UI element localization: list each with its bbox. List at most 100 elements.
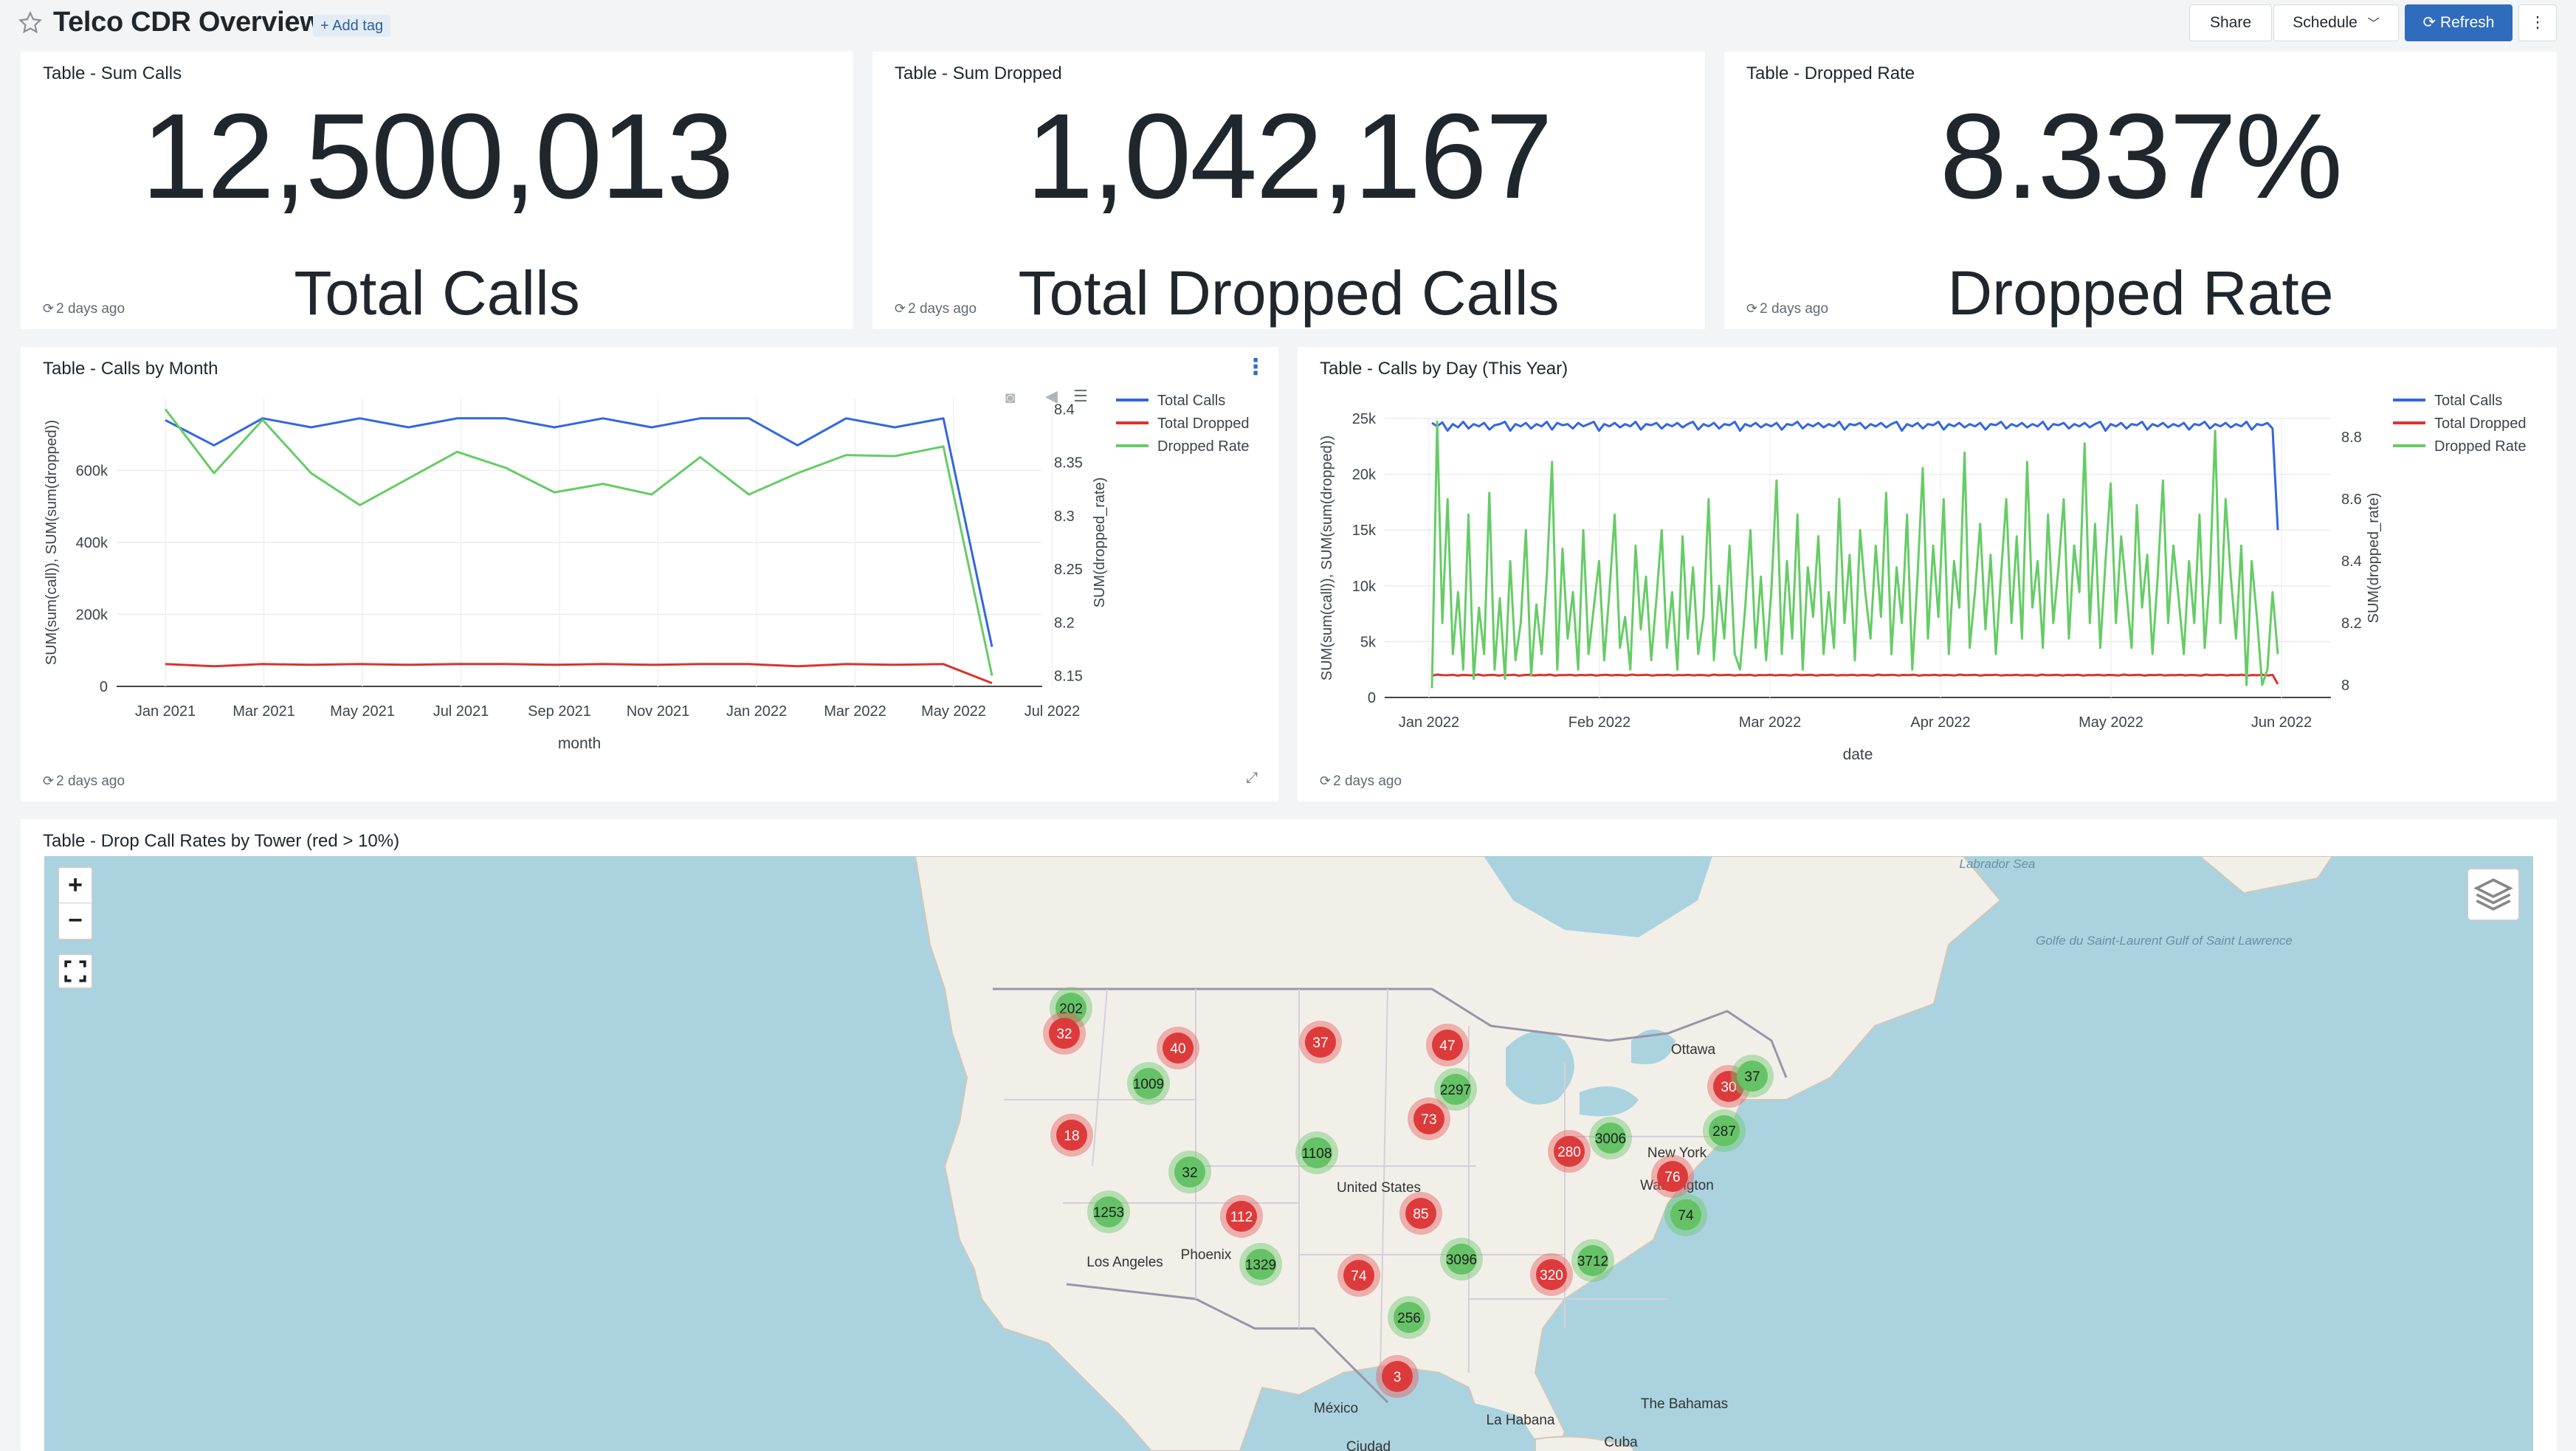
counter-label: Total Dropped Calls [1018,258,1560,328]
tower-cluster-marker[interactable]: 1108 [1295,1131,1338,1174]
panel-title: Table - Sum Dropped [895,63,1062,83]
series-line-total-calls[interactable] [165,417,993,647]
cluster-count: 1329 [1245,1258,1276,1273]
tower-cluster-marker[interactable]: 74 [1664,1193,1707,1236]
updated-timestamp: ⟳ 2 days ago [1320,773,1402,789]
tower-cluster-marker[interactable]: 1009 [1127,1062,1170,1105]
cluster-count: 3006 [1595,1131,1626,1147]
legend-label[interactable]: Total Calls [2434,393,2502,409]
y2-tick-label: 8.8 [2341,430,2362,446]
tower-cluster-marker[interactable]: 85 [1399,1192,1442,1235]
cluster-count: 1009 [1133,1077,1164,1092]
tower-cluster-marker[interactable]: 256 [1388,1296,1430,1339]
zoom-in-button[interactable]: + [59,868,92,903]
schedule-button[interactable]: Schedule ﹀ [2273,4,2399,41]
cluster-count: 37 [1312,1035,1328,1051]
series-line-dropped-rate[interactable] [1430,420,2279,689]
cluster-count: 32 [1182,1165,1197,1181]
zoom-out-button[interactable]: − [59,903,92,939]
panel-title: Table - Drop Call Rates by Tower (red > … [43,831,400,851]
cluster-count: 3712 [1577,1254,1608,1269]
tower-cluster-marker[interactable]: 112 [1220,1195,1263,1238]
tower-cluster-marker[interactable]: 32 [1168,1151,1211,1193]
tower-cluster-marker[interactable]: 47 [1426,1024,1469,1066]
tower-cluster-marker[interactable]: 3096 [1440,1238,1483,1281]
layers-icon [2473,878,2513,911]
x-tick-label: Mar 2022 [1739,714,1802,731]
chevron-down-icon: ﹀ [2367,18,2380,30]
chart-panel-calls-by-month: Table - Calls by Month 0 200k 400k 600k 8.15… [21,347,1278,802]
map-place-label: Cuba [1604,1435,1638,1450]
map-place-label: Phoenix [1181,1247,1232,1263]
y-tick-label: 200k [76,607,109,624]
calls-by-day-chart: 0 5k 10k 15k 20k 25k 8 8.2 8.4 8.6 8.8 Jan 2022 Feb … [1319,393,2527,763]
y-axis-title: SUM(sum(call)), SUM(sum(dropped)) [44,420,60,665]
tower-cluster-marker[interactable]: 32 [1043,1012,1086,1055]
cluster-count: 112 [1230,1210,1253,1225]
legend-label[interactable]: Dropped Rate [2434,438,2527,455]
tower-cluster-marker[interactable]: 1329 [1239,1243,1282,1286]
legend-label[interactable]: Total Dropped [2434,416,2527,432]
more-options-button[interactable]: ⋮ [2518,4,2557,41]
y-tick-label: 25k [1352,411,1377,427]
map-place-label: Ottawa [1671,1042,1716,1058]
closest-hover-icon[interactable]: ☰ [1073,387,1088,406]
share-button[interactable]: Share [2189,4,2272,41]
map-canvas[interactable]: OttawaNew YorkWashingtonUnited StatesLos… [44,856,2533,1451]
series-line-total-dropped[interactable] [165,663,993,684]
tower-cluster-marker[interactable]: 3 [1376,1355,1419,1398]
x-tick-label: Jan 2022 [726,703,787,720]
cluster-count: 280 [1557,1145,1581,1160]
tower-cluster-marker[interactable]: 320 [1530,1253,1573,1296]
y-axis-title: SUM(sum(call)), SUM(sum(dropped)) [1319,435,1335,680]
refresh-small-icon: ⟳ [1320,773,1332,788]
x-tick-label: Apr 2022 [1910,714,1970,731]
cluster-count: 85 [1413,1207,1428,1222]
layers-button[interactable] [2467,868,2520,921]
tower-cluster-marker[interactable]: 40 [1157,1027,1199,1069]
y2-tick-label: 8.6 [2341,492,2362,508]
tower-cluster-marker[interactable]: 37 [1299,1021,1342,1064]
fullscreen-button[interactable] [58,954,93,989]
series-line-total-calls[interactable] [1431,421,2279,531]
legend-label[interactable]: Dropped Rate [1157,438,1250,455]
cluster-count: 3 [1394,1370,1402,1385]
y2-tick-label: 8.15 [1054,669,1083,685]
compare-hover-icon[interactable]: ◀ [1045,387,1058,406]
map-place-label: La Habana [1487,1413,1555,1428]
tower-cluster-marker[interactable]: 3006 [1589,1117,1632,1159]
expand-icon[interactable]: ⤢ [1246,770,1258,787]
add-tag-button[interactable]: + Add tag [313,15,391,37]
refresh-small-icon: ⟳ [1746,301,1758,316]
map-place-label: Labrador Sea [1959,857,2035,871]
y2-tick-label: 8.2 [1054,615,1075,631]
panel-title: Table - Dropped Rate [1746,63,1915,83]
tower-cluster-marker[interactable]: 287 [1703,1109,1746,1152]
cluster-count: 76 [1664,1170,1680,1185]
series-line-total-dropped[interactable] [1431,673,2279,685]
tower-map[interactable]: OttawaNew YorkWashingtonUnited StatesLos… [44,856,2533,1451]
tower-cluster-marker[interactable]: 76 [1651,1155,1694,1198]
kebab-menu-icon[interactable]: ⋮ [1244,354,1267,380]
tower-cluster-marker[interactable]: 1253 [1087,1190,1130,1233]
chart-panel-calls-by-day: Table - Calls by Day (This Year) 0 5k 10k 1… [1298,347,2557,802]
x-tick-label: Mar 2021 [233,703,295,720]
map-place-label: Golfe du Saint-Laurent Gulf of Saint Law… [2036,934,2293,948]
refresh-button[interactable]: ⟳ Refresh [2405,4,2513,41]
tower-cluster-marker[interactable]: 74 [1337,1254,1380,1297]
cluster-count: 18 [1064,1128,1079,1144]
y-tick-label: 20k [1352,467,1377,483]
tower-cluster-marker[interactable]: 3712 [1571,1239,1614,1282]
y-tick-label: 0 [100,679,108,695]
legend-label[interactable]: Total Calls [1157,393,1225,409]
y2-axis-title: SUM(dropped_rate) [1092,478,1108,608]
tower-cluster-marker[interactable]: 280 [1548,1130,1591,1173]
camera-icon[interactable]: ◙ [1005,388,1015,407]
tower-cluster-marker[interactable]: 73 [1408,1097,1450,1140]
legend-label[interactable]: Total Dropped [1157,416,1250,432]
tower-cluster-marker[interactable]: 18 [1050,1114,1093,1157]
map-place-label: The Bahamas [1641,1396,1728,1412]
y-tick-label: 5k [1360,634,1377,650]
tower-cluster-marker[interactable]: 37 [1731,1055,1774,1097]
favorite-star-icon[interactable] [18,10,43,35]
